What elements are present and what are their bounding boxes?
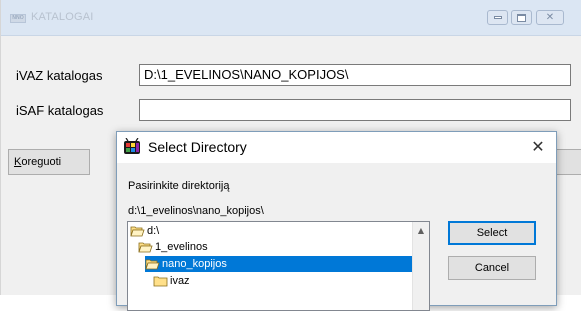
scroll-up-icon[interactable]: ▲ [413, 222, 429, 239]
dialog-titlebar[interactable]: Select Directory ✕ [117, 132, 556, 163]
tree-item-label: ivaz [170, 275, 190, 287]
tree-item-nano-kopijos[interactable]: nano_kopijos [145, 256, 413, 272]
app-bug-icon [124, 138, 140, 154]
tree-item-label: d:\ [147, 225, 160, 237]
hidden-button-edge[interactable] [554, 149, 581, 175]
select-button[interactable]: Select [448, 221, 536, 245]
minimize-icon [493, 16, 502, 19]
close-button[interactable]: ✕ [536, 10, 564, 25]
main-titlebar[interactable]: NNO KATALOGAI ✕ [1, 0, 581, 36]
tree-item-label: nano_kopijos [162, 258, 227, 270]
dialog-close-icon[interactable]: ✕ [526, 135, 550, 159]
koreguoti-mnemonic: K [14, 156, 22, 168]
dialog-title: Select Directory [148, 139, 247, 155]
folder-icon [153, 276, 168, 287]
minimize-button[interactable] [487, 10, 508, 25]
app-icon: NNO [10, 14, 26, 23]
open-folder-icon [130, 226, 145, 237]
tree-item-1-evelinos[interactable]: 1_evelinos [138, 239, 410, 255]
ivaz-path-input[interactable]: D:\1_EVELINOS\NANO_KOPIJOS\ [139, 64, 571, 86]
isaf-path-input[interactable] [139, 99, 571, 121]
tree-item-label: 1_evelinos [155, 241, 208, 253]
main-window-title: KATALOGAI [31, 11, 94, 23]
isaf-label: iSAF katalogas [16, 103, 104, 118]
tree-item-ivaz[interactable]: ivaz [153, 273, 411, 289]
cancel-button[interactable]: Cancel [448, 256, 536, 280]
ivaz-label: iVAZ katalogas [16, 68, 103, 83]
current-path: d:\1_evelinos\nano_kopijos\ [128, 205, 264, 217]
maximize-button[interactable] [511, 10, 532, 25]
tree-item-drive[interactable]: d:\ [130, 223, 410, 239]
koreguoti-button[interactable]: Koreguoti [8, 149, 90, 175]
open-folder-icon [145, 259, 160, 270]
directory-tree[interactable]: d:\ 1_evelinos nano_kopijos ivaz ▲ [127, 221, 430, 311]
tree-scrollbar[interactable]: ▲ [412, 222, 429, 310]
open-folder-icon [138, 242, 153, 253]
dialog-prompt: Pasirinkite direktoriją [128, 180, 230, 192]
select-directory-dialog: Select Directory ✕ Pasirinkite direktori… [116, 131, 557, 311]
koreguoti-label: oreguoti [21, 156, 62, 168]
close-icon: ✕ [545, 11, 555, 23]
maximize-icon [517, 13, 526, 22]
